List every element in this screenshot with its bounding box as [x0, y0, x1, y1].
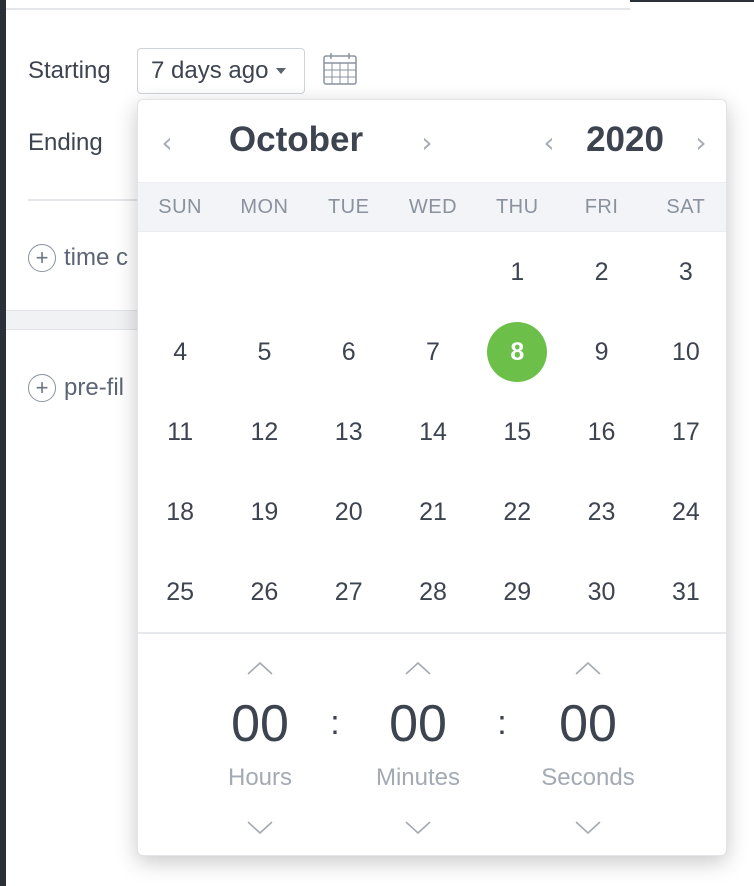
seconds-value[interactable]: 00 [518, 694, 658, 754]
day-cell[interactable]: 21 [391, 472, 475, 552]
starting-select-value: 7 days ago [151, 57, 269, 84]
day-cell[interactable]: 27 [307, 552, 391, 632]
caret-down-icon [276, 68, 287, 74]
day-cell[interactable]: 15 [475, 392, 559, 472]
day-cell[interactable]: 5 [222, 312, 306, 392]
day-cell[interactable]: 28 [391, 552, 475, 632]
seconds-increment-button[interactable] [568, 654, 608, 682]
minutes-increment-button[interactable] [398, 654, 438, 682]
minutes-label: Minutes [375, 764, 461, 791]
minutes-value[interactable]: 00 [348, 694, 488, 754]
day-cell[interactable]: 30 [559, 552, 643, 632]
starting-select[interactable]: 7 days ago [137, 48, 305, 94]
day-cell[interactable]: 2 [559, 232, 643, 312]
weekday-label: MON [240, 195, 289, 218]
time-separator: : [330, 704, 340, 742]
weekday-label: FRI [584, 195, 619, 218]
hours-column: 00 Hours [190, 634, 330, 855]
chevron-down-icon [247, 821, 273, 835]
prev-year-button[interactable]: ‹ [534, 122, 564, 162]
day-cell[interactable]: 14 [391, 392, 475, 472]
day-cell[interactable]: 25 [138, 552, 222, 632]
panel-top-divider [6, 8, 630, 10]
day-cell[interactable]: 24 [644, 472, 726, 552]
seconds-label: Seconds [541, 764, 635, 791]
day-cell[interactable]: 1 [475, 232, 559, 312]
day-cell[interactable]: 31 [644, 552, 726, 632]
minutes-decrement-button[interactable] [398, 814, 438, 842]
day-cell[interactable]: 10 [644, 312, 726, 392]
day-cell-empty [391, 232, 475, 312]
day-grid: 1 2 3 4 5 6 7 8 9 10 11 12 13 14 15 16 1… [138, 232, 726, 632]
weekday-label: SUN [158, 195, 202, 218]
calendar-header: ‹ October › ‹ 2020 › [138, 100, 726, 182]
day-cell[interactable]: 23 [559, 472, 643, 552]
chevron-down-icon [405, 821, 431, 835]
starting-label: Starting [28, 57, 111, 84]
day-cell-empty [307, 232, 391, 312]
weekday-label: TUE [327, 195, 370, 218]
day-cell[interactable]: 29 [475, 552, 559, 632]
day-cell[interactable]: 13 [307, 392, 391, 472]
hours-increment-button[interactable] [240, 654, 280, 682]
weekday-label: WED [408, 195, 458, 218]
day-cell-empty [222, 232, 306, 312]
day-cell-empty [138, 232, 222, 312]
year-label: 2020 [586, 120, 664, 159]
day-cell[interactable]: 12 [222, 392, 306, 472]
weekday-label: SAT [666, 195, 706, 218]
day-cell[interactable]: 11 [138, 392, 222, 472]
prev-month-button[interactable]: ‹ [152, 122, 182, 162]
day-cell[interactable]: 6 [307, 312, 391, 392]
chevron-up-icon [575, 661, 601, 675]
day-cell[interactable]: 22 [475, 472, 559, 552]
chevron-right-icon: › [421, 125, 433, 159]
day-cell-selected[interactable]: 8 [475, 312, 559, 392]
seconds-decrement-button[interactable] [568, 814, 608, 842]
weekday-label: THU [495, 195, 539, 218]
top-edge [630, 0, 754, 2]
plus-circle-icon: + [28, 374, 56, 402]
add-time-column-link[interactable]: + time c [28, 244, 128, 272]
month-label: October [228, 120, 364, 159]
chevron-up-icon [247, 661, 273, 675]
chevron-left-icon: ‹ [543, 125, 555, 159]
day-cell[interactable]: 9 [559, 312, 643, 392]
plus-circle-icon: + [28, 244, 56, 272]
next-month-button[interactable]: › [412, 122, 442, 162]
hours-value[interactable]: 00 [190, 694, 330, 754]
ending-label: Ending [28, 129, 103, 156]
chevron-right-icon: › [695, 125, 707, 159]
day-cell[interactable]: 3 [644, 232, 726, 312]
day-cell[interactable]: 19 [222, 472, 306, 552]
calendar-icon[interactable] [322, 52, 358, 86]
section-divider [28, 199, 148, 201]
day-cell[interactable]: 7 [391, 312, 475, 392]
chevron-up-icon [405, 661, 431, 675]
section-separator [6, 310, 156, 330]
chevron-down-icon [575, 821, 601, 835]
day-cell[interactable]: 17 [644, 392, 726, 472]
next-year-button[interactable]: › [686, 122, 716, 162]
date-picker-popover: ‹ October › ‹ 2020 › SUN MON TUE WED THU… [137, 99, 727, 856]
add-time-label: time c [64, 244, 129, 271]
add-prefilter-label: pre-fil [64, 374, 125, 401]
minutes-column: 00 Minutes [348, 634, 488, 855]
chevron-left-icon: ‹ [161, 125, 173, 159]
day-cell[interactable]: 20 [307, 472, 391, 552]
time-separator: : [497, 704, 507, 742]
add-prefilter-link[interactable]: + pre-fil [28, 374, 124, 402]
seconds-column: 00 Seconds [518, 634, 658, 855]
day-cell[interactable]: 26 [222, 552, 306, 632]
day-cell[interactable]: 16 [559, 392, 643, 472]
hours-label: Hours [227, 764, 293, 791]
weekday-header: SUN MON TUE WED THU FRI SAT [138, 182, 726, 232]
time-picker: 00 Hours : 00 Minutes : 00 Seconds [138, 632, 726, 855]
hours-decrement-button[interactable] [240, 814, 280, 842]
day-cell[interactable]: 4 [138, 312, 222, 392]
day-cell[interactable]: 18 [138, 472, 222, 552]
